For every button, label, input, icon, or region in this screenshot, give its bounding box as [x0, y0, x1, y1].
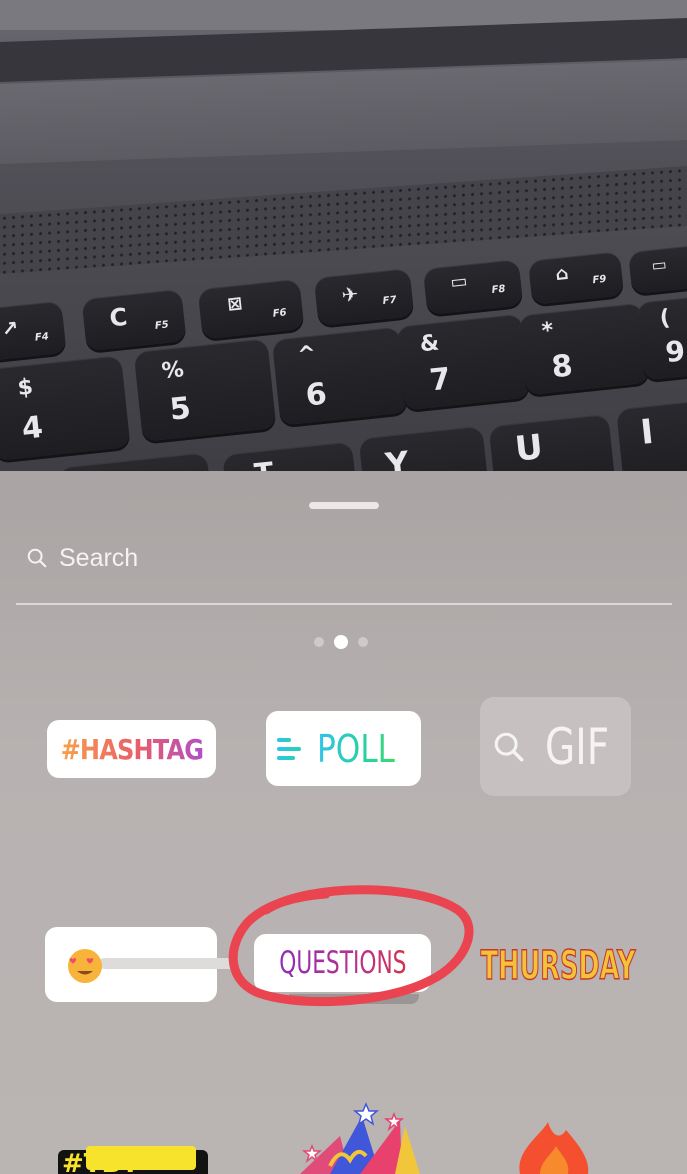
fire-sticker[interactable] [519, 1122, 589, 1174]
key-f9: ⌂ F9 [527, 251, 625, 305]
key-f10: ▭ [628, 243, 687, 295]
key-f5: C F5 [81, 288, 187, 352]
key-7: & 7 [395, 313, 531, 411]
key-y: Y [358, 425, 490, 471]
key-5: % 5 [133, 338, 277, 442]
key-t: T [222, 441, 358, 471]
sticker-search[interactable]: Search [26, 543, 138, 573]
camera-background-photo: ↗ F4 C F5 ⊠ F6 ✈ F7 ▭ F8 ⌂ F9 ▭ $4 % 5 ^ 6 & 7 * 8… [0, 0, 687, 471]
gif-search-icon [495, 732, 524, 761]
hashtag-sticker[interactable]: #HASHTAG [47, 720, 216, 778]
poll-lines-icon [276, 737, 301, 760]
search-icon [27, 548, 47, 568]
key-8: * 8 [518, 302, 650, 396]
sticker-tray[interactable]: Search #HASHTAG POLL GIF QUESTIONS THURS… [0, 471, 687, 1174]
tbt-sticker-label: #TBT [62, 1149, 139, 1174]
key-i: I [616, 398, 687, 471]
sticker-row-3: #TBT [58, 1102, 589, 1174]
thursday-sticker[interactable]: THURSDAY [473, 941, 643, 991]
search-placeholder: Search [59, 543, 139, 572]
key-f7: ✈ F7 [313, 268, 415, 326]
page-indicator [314, 635, 378, 649]
red-circle-annotation [228, 885, 474, 1007]
gif-sticker[interactable]: GIF [480, 697, 631, 796]
key-f6: ⊠ F6 [197, 278, 305, 340]
thursday-sticker-label: THURSDAY [480, 942, 636, 990]
key-u: U [488, 413, 616, 471]
key-f4: ↗ F4 [0, 300, 67, 362]
page-dot-1 [314, 637, 324, 647]
tbt-sticker[interactable]: #TBT [58, 1146, 208, 1174]
hashtag-sticker-label: #HASHTAG [60, 732, 203, 766]
key-f8: ▭ F8 [422, 259, 524, 315]
drag-handle[interactable] [309, 502, 379, 509]
stars-sticker[interactable] [300, 1102, 420, 1174]
page-dot-3 [358, 637, 368, 647]
poll-sticker[interactable]: POLL [266, 711, 421, 786]
slider-track [99, 958, 236, 969]
heart-eyes-face-icon [68, 949, 102, 983]
key-r [57, 452, 213, 471]
key-4: $4 [0, 355, 131, 461]
emoji-slider-sticker[interactable] [45, 927, 236, 1002]
poll-sticker-label: POLL [316, 726, 395, 771]
key-6: ^ 6 [271, 326, 409, 426]
key-9: (9 [636, 293, 687, 381]
gif-sticker-label: GIF [545, 717, 610, 776]
search-divider [16, 603, 672, 605]
page-dot-2-active [334, 635, 348, 649]
